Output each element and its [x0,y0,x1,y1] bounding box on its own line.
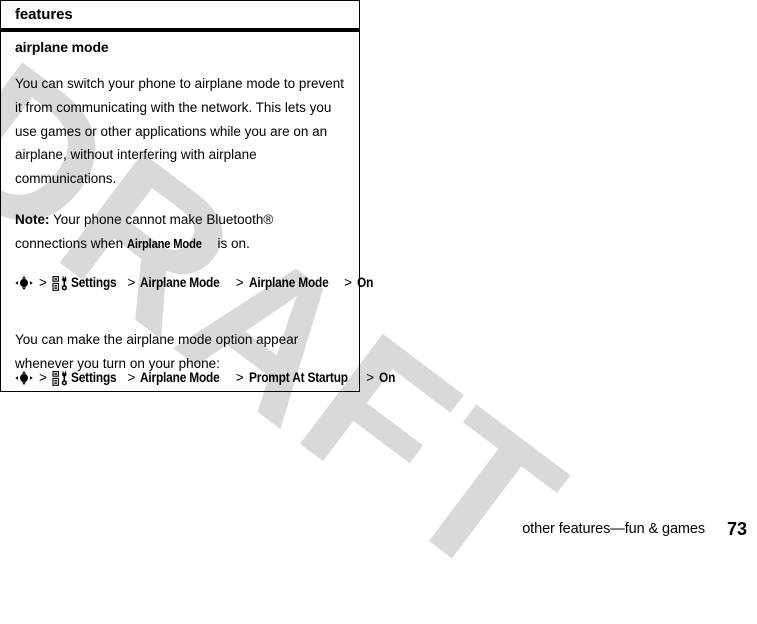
manual-page: features airplane mode You can switch yo… [0,0,757,547]
path-separator: > [235,274,244,290]
path-separator: > [39,369,47,385]
path-separator: > [344,274,353,290]
intro-paragraph: You can switch your phone to airplane mo… [15,76,344,187]
path-item-airplane-mode-menu: Airplane Mode [140,369,221,385]
footer-chapter-title: other features—fun & games [522,521,705,537]
path-item-airplane-mode-option: Airplane Mode [248,274,329,290]
navigation-key-icon [15,276,33,290]
path-separator: > [127,274,136,290]
note-paragraph: Note: Your phone cannot make Bluetooth® … [15,208,349,256]
path-separator: > [366,369,374,385]
content-box: airplane mode You can switch your phone … [0,32,395,392]
path-separator: > [127,369,136,385]
chapter-header-title: features [15,6,73,23]
note-text-part-2: is on. [213,235,250,251]
settings-tools-icon [52,370,68,386]
section-title: airplane mode [15,39,109,55]
menu-path-one: > Settings > Airplane Mode > Airplane Mo… [15,272,373,292]
note-ui-label: Airplane Mode [126,235,202,251]
footer-page-number: 73 [726,519,747,539]
path-separator: > [39,274,47,290]
path-item-on: On [357,274,374,290]
menu-path-two: > Settings > Airplane Mode > Prompt At S… [15,367,395,387]
settings-tools-icon [52,275,68,291]
path-separator: > [235,369,244,385]
chapter-header-box: features [0,0,360,28]
path-item-settings: Settings [70,274,117,290]
path-item-airplane-mode-menu: Airplane Mode [140,274,221,290]
path-item-on: On [379,369,396,385]
path-item-settings: Settings [70,369,117,385]
path-item-prompt-at-startup: Prompt At Startup [248,369,348,385]
navigation-key-icon [15,371,33,385]
page-footer: other features—fun & games 73 [0,519,757,545]
note-label: Note: [15,212,50,227]
